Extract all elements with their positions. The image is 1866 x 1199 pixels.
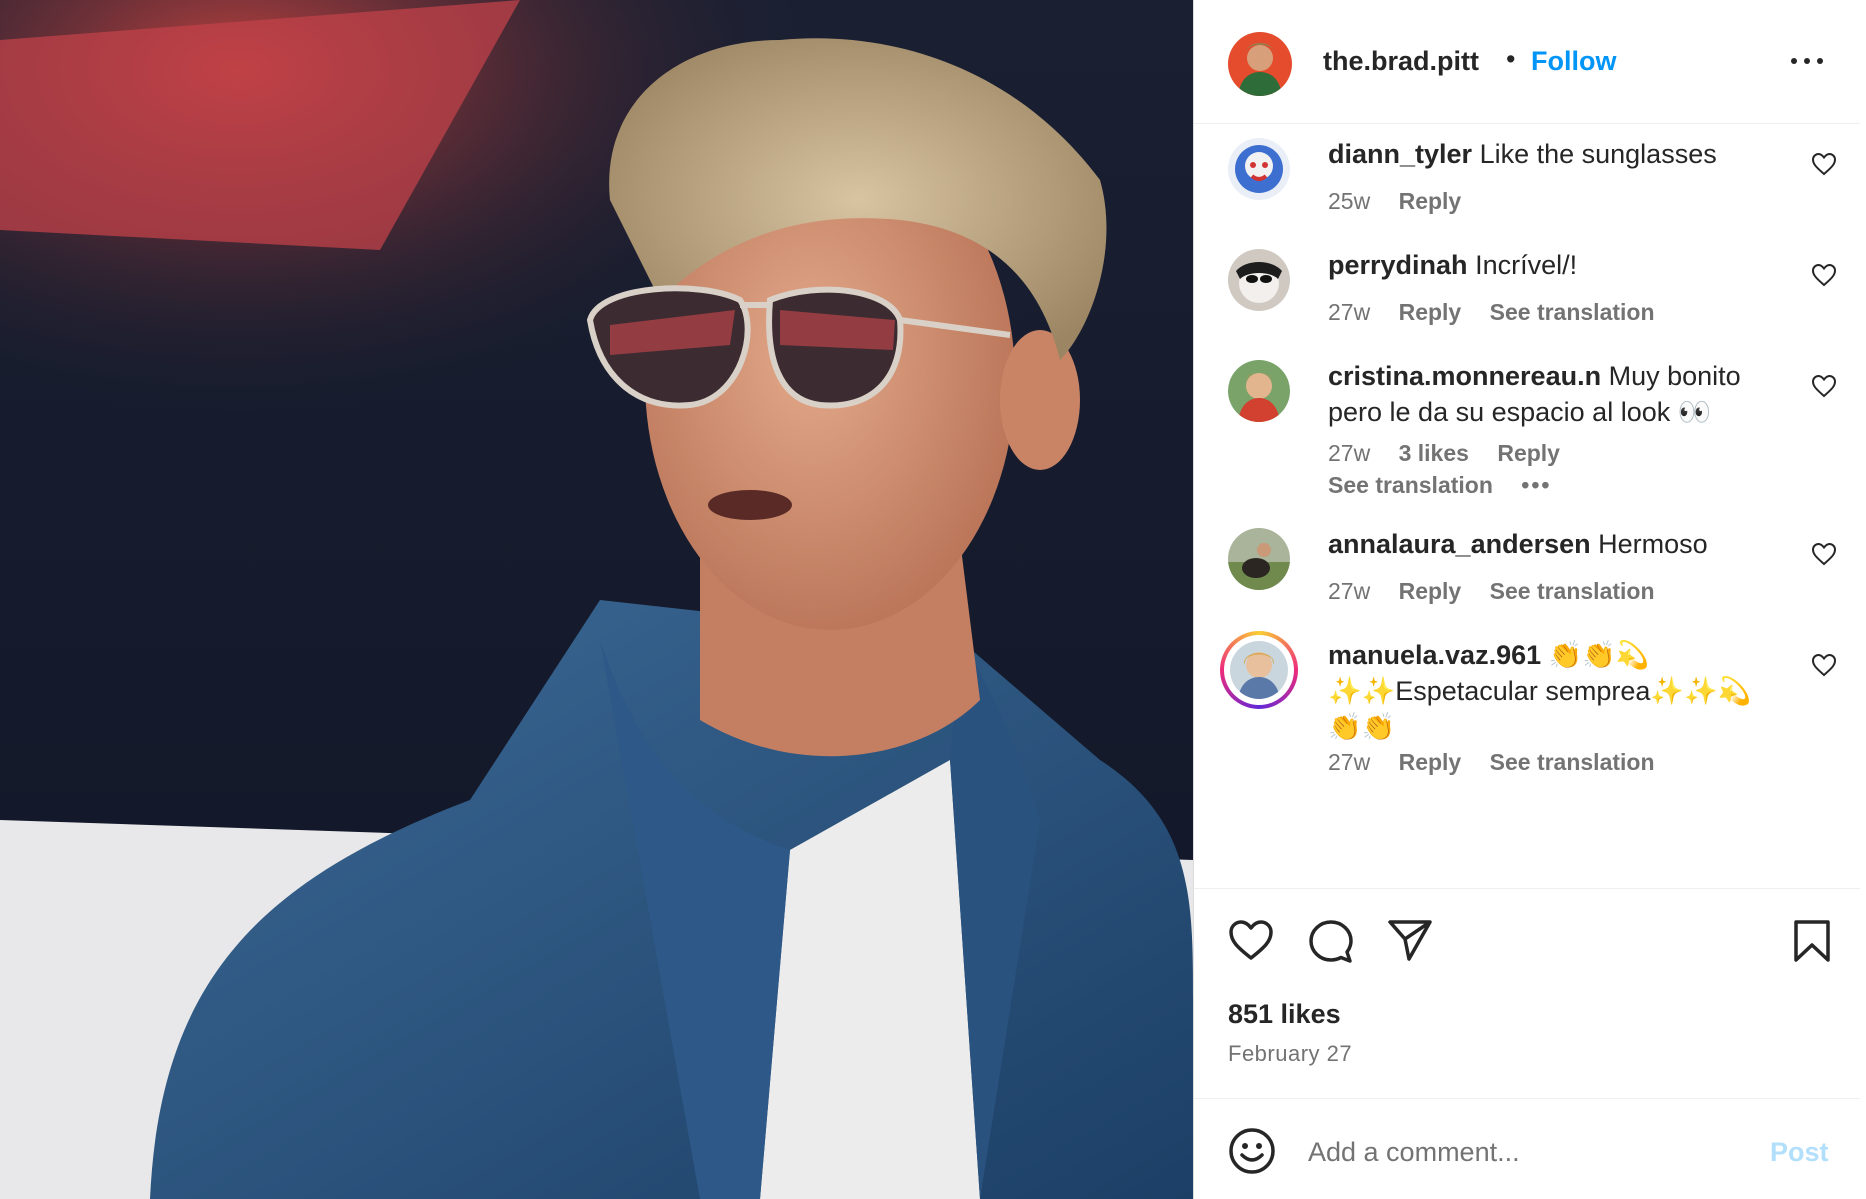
likes-count[interactable]: 851 likes [1228, 999, 1341, 1030]
comment-meta-row-2: See translation ••• [1328, 472, 1573, 499]
commenter-avatar[interactable] [1228, 360, 1290, 422]
comment-time[interactable]: 27w [1328, 440, 1370, 466]
comment-time[interactable]: 27w [1328, 749, 1370, 775]
comment-text: manuela.vaz.961 👏👏💫✨✨Espetacular semprea… [1328, 637, 1758, 745]
bookmark-icon[interactable] [1792, 919, 1832, 963]
comment-meta: 27w 3 likes Reply [1328, 440, 1582, 467]
reply-button[interactable]: Reply [1399, 299, 1462, 325]
comment-username[interactable]: cristina.monnereau.n [1328, 361, 1601, 391]
reply-button[interactable]: Reply [1399, 188, 1462, 214]
reply-button[interactable]: Reply [1497, 440, 1560, 466]
post-header: the.brad.pitt • Follow [1194, 0, 1860, 124]
comment-text: cristina.monnereau.n Muy bonito pero le … [1328, 358, 1758, 430]
emoji-icon[interactable] [1228, 1127, 1276, 1175]
see-translation-button[interactable]: See translation [1328, 472, 1493, 498]
comment-meta: 27w Reply See translation [1328, 749, 1677, 776]
commenter-avatar[interactable] [1228, 249, 1290, 311]
comment-body: Hermoso [1598, 529, 1708, 559]
comment-likes-count[interactable]: 3 likes [1399, 440, 1469, 466]
comment-meta: 27w Reply See translation [1328, 299, 1677, 326]
comment-time[interactable]: 25w [1328, 188, 1370, 214]
comment-meta: 27w Reply See translation [1328, 578, 1677, 605]
see-translation-button[interactable]: See translation [1490, 578, 1655, 604]
comment-username[interactable]: perrydinah [1328, 250, 1468, 280]
comment-more-icon[interactable]: ••• [1521, 472, 1551, 498]
heart-icon[interactable] [1228, 919, 1274, 961]
post-photo[interactable] [0, 0, 1193, 1199]
comment-like-icon[interactable] [1811, 263, 1837, 287]
commenter-avatar[interactable] [1228, 528, 1290, 590]
comment-username[interactable]: diann_tyler [1328, 139, 1472, 169]
commenter-avatar[interactable] [1230, 641, 1288, 699]
follow-button[interactable]: Follow [1531, 46, 1616, 77]
see-translation-button[interactable]: See translation [1490, 749, 1655, 775]
comment-username[interactable]: annalaura_andersen [1328, 529, 1591, 559]
comments-list[interactable]: diann_tyler Like the sunglasses 25w Repl… [1194, 124, 1860, 888]
see-translation-button[interactable]: See translation [1490, 299, 1655, 325]
post-photo-image [0, 0, 1193, 1199]
reply-button[interactable]: Reply [1399, 749, 1462, 775]
comment-body: Incrível/! [1475, 250, 1578, 280]
comment-like-icon[interactable] [1811, 374, 1837, 398]
comment-input[interactable] [1306, 1129, 1750, 1175]
post-date: February 27 [1228, 1041, 1353, 1066]
comment-time[interactable]: 27w [1328, 578, 1370, 604]
comment-body: Like the sunglasses [1479, 139, 1717, 169]
comment-icon[interactable] [1308, 919, 1354, 965]
post-comment-button[interactable]: Post [1770, 1137, 1829, 1168]
comment-text: annalaura_andersen Hermoso [1328, 526, 1758, 562]
post-details-pane: the.brad.pitt • Follow diann_tyler Like … [1193, 0, 1866, 1199]
comment-text: diann_tyler Like the sunglasses [1328, 136, 1758, 172]
comment-text: perrydinah Incrível/! [1328, 247, 1758, 283]
comment-time[interactable]: 27w [1328, 299, 1370, 325]
comment-like-icon[interactable] [1811, 152, 1837, 176]
comment-like-icon[interactable] [1811, 653, 1837, 677]
more-options-icon[interactable] [1789, 48, 1825, 72]
commenter-avatar[interactable] [1228, 138, 1290, 200]
comment-username[interactable]: manuela.vaz.961 [1328, 640, 1541, 670]
post-actions: 851 likes February 27 [1194, 888, 1860, 1098]
author-avatar[interactable] [1228, 32, 1292, 96]
comment-like-icon[interactable] [1811, 542, 1837, 566]
header-separator: • [1506, 44, 1516, 74]
reply-button[interactable]: Reply [1399, 578, 1462, 604]
author-username[interactable]: the.brad.pitt [1323, 46, 1479, 77]
comment-composer: Post [1194, 1098, 1860, 1199]
comment-meta: 25w Reply [1328, 188, 1483, 215]
paper-plane-icon[interactable] [1387, 919, 1433, 961]
